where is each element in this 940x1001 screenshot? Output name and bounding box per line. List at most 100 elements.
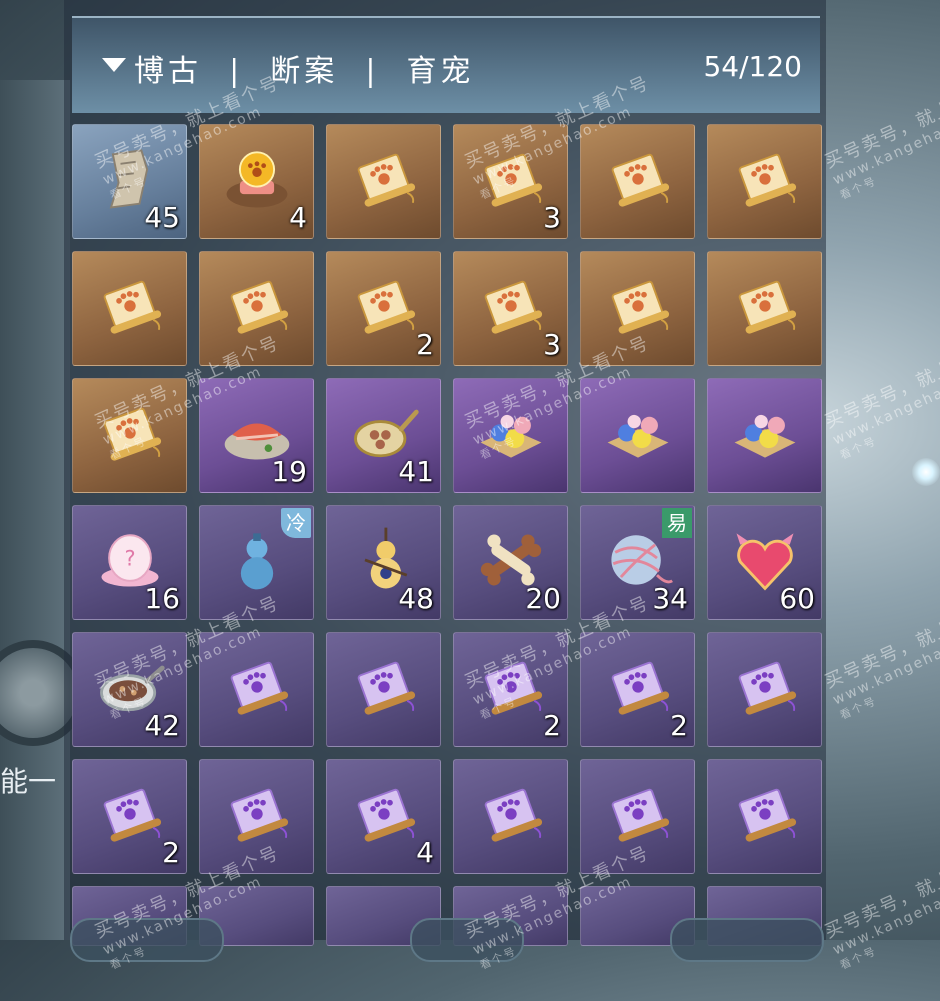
inventory-slot[interactable]: 4	[199, 124, 314, 239]
bottom-tab-2[interactable]	[410, 918, 524, 962]
inventory-slot[interactable]	[199, 632, 314, 747]
sparkle-effect	[912, 458, 940, 486]
bottom-tab-1[interactable]	[70, 918, 224, 962]
watermark: 买号卖号，就上看个号 www.kangehao.com 看个号	[820, 69, 940, 203]
paw-scroll-gold-icon	[92, 394, 168, 470]
item-quantity: 42	[144, 709, 180, 742]
paw-scroll-gold-icon	[727, 140, 803, 216]
watermark-line: 买号卖号，就上看个号	[821, 332, 940, 433]
paw-scroll-purple-icon	[346, 775, 422, 851]
paw-scroll-purple-icon	[473, 775, 549, 851]
item-quantity: 2	[416, 328, 434, 361]
item-quantity: 34	[652, 582, 688, 615]
inventory-slot[interactable]: 2	[72, 759, 187, 874]
watermark-brand: 看个号	[837, 174, 879, 203]
item-quantity: 2	[162, 836, 180, 869]
watermark-line: 买号卖号，就上看个号	[821, 72, 940, 173]
inventory-slot[interactable]: 2	[453, 632, 568, 747]
background-left-scenery: 能一	[0, 80, 86, 940]
watermark: 买号卖号，就上看个号 www.kangehao.com 看个号	[820, 329, 940, 463]
svg-text:?: ?	[124, 546, 135, 570]
item-quantity: 45	[144, 201, 180, 234]
inventory-slot[interactable]: 3	[453, 251, 568, 366]
paw-scroll-gold-icon	[473, 140, 549, 216]
watermark: 买号卖号，就上看个号 www.kangehao.com 看个号	[820, 839, 940, 973]
inventory-slot[interactable]	[707, 124, 822, 239]
inventory-slot[interactable]: 冷	[199, 505, 314, 620]
item-quantity: 48	[398, 582, 434, 615]
watermark-url: www.kangehao.com	[830, 873, 940, 959]
cooldown-badge: 冷	[281, 508, 311, 538]
watermark-url: www.kangehao.com	[830, 363, 940, 449]
item-quantity: 3	[543, 328, 561, 361]
inventory-slot[interactable]	[707, 378, 822, 493]
watermark-line: 买号卖号，就上看个号	[821, 592, 940, 693]
paw-scroll-purple-icon	[92, 775, 168, 851]
inventory-slot[interactable]	[453, 759, 568, 874]
inventory-slot[interactable]: 34 易	[580, 505, 695, 620]
item-quantity: 19	[271, 455, 307, 488]
paw-scroll-gold-icon	[346, 267, 422, 343]
inventory-slot[interactable]	[580, 124, 695, 239]
paw-scroll-gold-icon	[219, 267, 295, 343]
item-quantity: 4	[289, 201, 307, 234]
inventory-slot[interactable]: 45	[72, 124, 187, 239]
inventory-slot[interactable]	[199, 251, 314, 366]
candy-box-icon	[473, 394, 549, 470]
capacity-count: 54/120	[703, 50, 802, 83]
item-quantity: 4	[416, 836, 434, 869]
inventory-slot[interactable]: 4	[326, 759, 441, 874]
watermark-brand: 看个号	[837, 434, 879, 463]
paw-scroll-purple-icon	[219, 648, 295, 724]
inventory-slot[interactable]: 42	[72, 632, 187, 747]
inventory-slot[interactable]	[580, 378, 695, 493]
inventory-slot[interactable]: 3	[453, 124, 568, 239]
item-quantity: 2	[543, 709, 561, 742]
inventory-slot[interactable]	[707, 251, 822, 366]
inventory-slot[interactable]	[72, 378, 187, 493]
item-quantity: 20	[525, 582, 561, 615]
inventory-slot[interactable]	[707, 759, 822, 874]
candy-box-icon	[727, 394, 803, 470]
watermark-url: www.kangehao.com	[830, 623, 940, 709]
watermark-url: www.kangehao.com	[830, 103, 940, 189]
bottom-tab-3[interactable]	[670, 918, 824, 962]
inventory-slot[interactable]: 2	[580, 632, 695, 747]
inventory-slot[interactable]: 41	[326, 378, 441, 493]
inventory-slot[interactable]: 2	[326, 251, 441, 366]
watermark-brand: 看个号	[837, 944, 879, 973]
category-path: 博古 | 断案 | 育宠	[134, 54, 475, 89]
paw-scroll-gold-icon	[346, 140, 422, 216]
inventory-slot[interactable]: ? 16	[72, 505, 187, 620]
inventory-slot[interactable]: 19	[199, 378, 314, 493]
item-quantity: 16	[144, 582, 180, 615]
gourd-bottle-icon	[219, 521, 295, 597]
watermark: 买号卖号，就上看个号 www.kangehao.com 看个号	[820, 589, 940, 723]
paw-orb-cushion-icon	[219, 140, 295, 216]
paw-scroll-purple-icon	[727, 775, 803, 851]
inventory-slot[interactable]	[72, 251, 187, 366]
watermark-line: 买号卖号，就上看个号	[821, 842, 940, 943]
paw-scroll-purple-icon	[600, 648, 676, 724]
item-quantity: 2	[670, 709, 688, 742]
item-quantity: 60	[779, 582, 815, 615]
inventory-slot[interactable]	[199, 759, 314, 874]
paw-scroll-purple-icon	[473, 648, 549, 724]
inventory-slot[interactable]	[453, 378, 568, 493]
candy-box-icon	[600, 394, 676, 470]
item-grid: 45 4 3 2 3 19 41 ? 16 冷 48 20 34 易 60 42…	[72, 124, 822, 1001]
inventory-slot[interactable]	[326, 124, 441, 239]
paw-scroll-gold-icon	[600, 267, 676, 343]
inventory-slot[interactable]	[326, 632, 441, 747]
inventory-slot[interactable]: 48	[326, 505, 441, 620]
inventory-slot[interactable]	[580, 251, 695, 366]
collapse-triangle-icon[interactable]	[102, 58, 126, 72]
background-partial-text: 能一	[0, 765, 57, 798]
inventory-header[interactable]: 博古 | 断案 | 育宠 54/120	[72, 16, 820, 113]
paw-scroll-gold-icon	[600, 140, 676, 216]
inventory-slot[interactable]	[580, 759, 695, 874]
inventory-slot[interactable]: 20	[453, 505, 568, 620]
inventory-slot[interactable]: 60	[707, 505, 822, 620]
paw-scroll-gold-icon	[473, 267, 549, 343]
inventory-slot[interactable]	[707, 632, 822, 747]
